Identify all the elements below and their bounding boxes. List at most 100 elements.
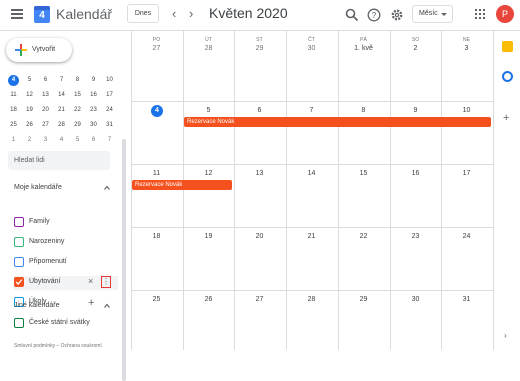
mini-calendar-day[interactable]: 21 [56, 105, 67, 116]
mini-calendar-day[interactable]: 13 [40, 90, 51, 101]
mini-calendar-day[interactable]: 26 [24, 120, 35, 131]
day-number[interactable]: 8 [338, 107, 389, 114]
day-number[interactable]: 7 [286, 107, 337, 114]
mini-calendar-day[interactable]: 4 [8, 75, 19, 86]
footer-links[interactable]: Smluvní podmínky – Ochrana soukromí [14, 343, 102, 349]
calendar-item[interactable]: Ubytování × ⋮ [14, 276, 118, 290]
mini-calendar-day[interactable]: 3 [40, 135, 51, 146]
day-number[interactable]: 30 [390, 296, 441, 303]
mini-calendar-day[interactable]: 14 [56, 90, 67, 101]
day-number[interactable]: 10 [441, 107, 492, 114]
mini-calendar-day[interactable]: 5 [72, 135, 83, 146]
other-calendars-heading[interactable]: Jiné kalendáře [14, 302, 60, 309]
day-number[interactable]: 19 [183, 233, 234, 240]
mini-calendar-day[interactable]: 2 [24, 135, 35, 146]
mini-calendar-day[interactable]: 7 [104, 135, 115, 146]
day-number[interactable]: 12 [183, 170, 234, 177]
day-number[interactable]: 26 [183, 296, 234, 303]
day-number[interactable]: 5 [183, 107, 234, 114]
mini-calendar-day[interactable]: 6 [40, 75, 51, 86]
day-number[interactable]: 30 [286, 45, 337, 52]
apps-grid-icon[interactable] [475, 9, 485, 19]
day-number[interactable]: 18 [131, 233, 182, 240]
mini-calendar-day[interactable]: 8 [72, 75, 83, 86]
view-select-dropdown[interactable]: Měsíc [412, 5, 453, 23]
day-number[interactable]: 21 [286, 233, 337, 240]
day-number[interactable]: 14 [286, 170, 337, 177]
mini-calendar-day[interactable]: 28 [56, 120, 67, 131]
mini-calendar-day[interactable]: 29 [72, 120, 83, 131]
day-number[interactable]: 17 [441, 170, 492, 177]
calendar-checkbox[interactable] [14, 257, 24, 267]
keep-notes-icon[interactable] [502, 41, 513, 52]
chevron-up-icon[interactable] [104, 185, 110, 191]
mini-calendar-day[interactable]: 7 [56, 75, 67, 86]
chevron-left-icon[interactable]: ‹ [172, 7, 176, 20]
today-date-marker[interactable]: 4 [151, 105, 163, 117]
day-number[interactable]: 28 [183, 45, 234, 52]
mini-calendar-day[interactable]: 23 [88, 105, 99, 116]
chevron-right-icon[interactable]: › [189, 7, 193, 20]
mini-calendar-day[interactable]: 19 [24, 105, 35, 116]
mini-calendar-day[interactable]: 12 [24, 90, 35, 101]
event-chip[interactable]: Rezervace Novák [132, 180, 232, 190]
add-calendar-plus-icon[interactable]: + [88, 298, 94, 309]
day-number[interactable]: 29 [338, 296, 389, 303]
search-people-input[interactable]: Hledat lidi [8, 151, 110, 170]
more-options-icon[interactable]: ⋮ [101, 276, 111, 288]
day-number[interactable]: 29 [234, 45, 285, 52]
chevron-up-icon[interactable] [104, 303, 110, 309]
calendar-checkbox[interactable] [14, 237, 24, 247]
day-number[interactable]: 2 [390, 45, 441, 52]
sidebar-scrollbar[interactable] [122, 139, 126, 381]
calendar-checkbox[interactable] [14, 217, 24, 227]
mini-calendar-day[interactable]: 6 [88, 135, 99, 146]
mini-calendar-day[interactable]: 31 [104, 120, 115, 131]
day-number[interactable]: 9 [390, 107, 441, 114]
chevron-right-icon[interactable]: › [504, 331, 507, 340]
close-icon[interactable]: × [88, 276, 93, 287]
calendar-item[interactable]: Připomenutí [14, 256, 120, 270]
calendar-item[interactable]: České státní svátky [14, 317, 120, 331]
day-number[interactable]: 11 [131, 170, 182, 177]
main-menu-icon[interactable] [11, 9, 23, 19]
mini-calendar-day[interactable]: 18 [8, 105, 19, 116]
day-number[interactable]: 6 [234, 107, 285, 114]
search-icon[interactable] [345, 8, 359, 22]
day-number[interactable]: 27 [131, 45, 182, 52]
calendar-item[interactable]: Family [14, 216, 120, 230]
mini-calendar-day[interactable]: 27 [40, 120, 51, 131]
add-addon-plus-icon[interactable]: + [503, 113, 509, 124]
day-number[interactable]: 3 [441, 45, 492, 52]
tasks-icon[interactable] [502, 71, 513, 82]
calendar-checkbox[interactable] [14, 318, 24, 328]
day-number[interactable]: 25 [131, 296, 182, 303]
mini-calendar-day[interactable]: 25 [8, 120, 19, 131]
mini-calendar-day[interactable]: 20 [40, 105, 51, 116]
help-icon[interactable]: ? [367, 8, 381, 22]
day-number[interactable]: 23 [390, 233, 441, 240]
settings-gear-icon[interactable] [390, 8, 404, 22]
mini-calendar-day[interactable]: 17 [104, 90, 115, 101]
mini-calendar-day[interactable]: 4 [56, 135, 67, 146]
mini-calendar-day[interactable]: 1 [8, 135, 19, 146]
calendar-checkbox[interactable] [14, 277, 24, 287]
mini-calendar-day[interactable]: 30 [88, 120, 99, 131]
day-number[interactable]: 22 [338, 233, 389, 240]
create-button[interactable]: Vytvořit [6, 38, 72, 62]
my-calendars-heading[interactable]: Moje kalendáře [14, 184, 62, 191]
mini-calendar-day[interactable]: 5 [24, 75, 35, 86]
day-number[interactable]: 15 [338, 170, 389, 177]
user-avatar[interactable]: P [496, 5, 514, 23]
day-number[interactable]: 27 [234, 296, 285, 303]
day-number[interactable]: 16 [390, 170, 441, 177]
day-number[interactable]: 13 [234, 170, 285, 177]
mini-calendar-day[interactable]: 22 [72, 105, 83, 116]
event-chip[interactable]: Rezervace Novák [184, 117, 491, 127]
day-number[interactable]: 28 [286, 296, 337, 303]
day-number[interactable]: 1. kvě [338, 45, 389, 52]
mini-calendar-day[interactable]: 24 [104, 105, 115, 116]
mini-calendar-day[interactable]: 9 [88, 75, 99, 86]
mini-calendar-day[interactable]: 10 [104, 75, 115, 86]
mini-calendar-day[interactable]: 16 [88, 90, 99, 101]
